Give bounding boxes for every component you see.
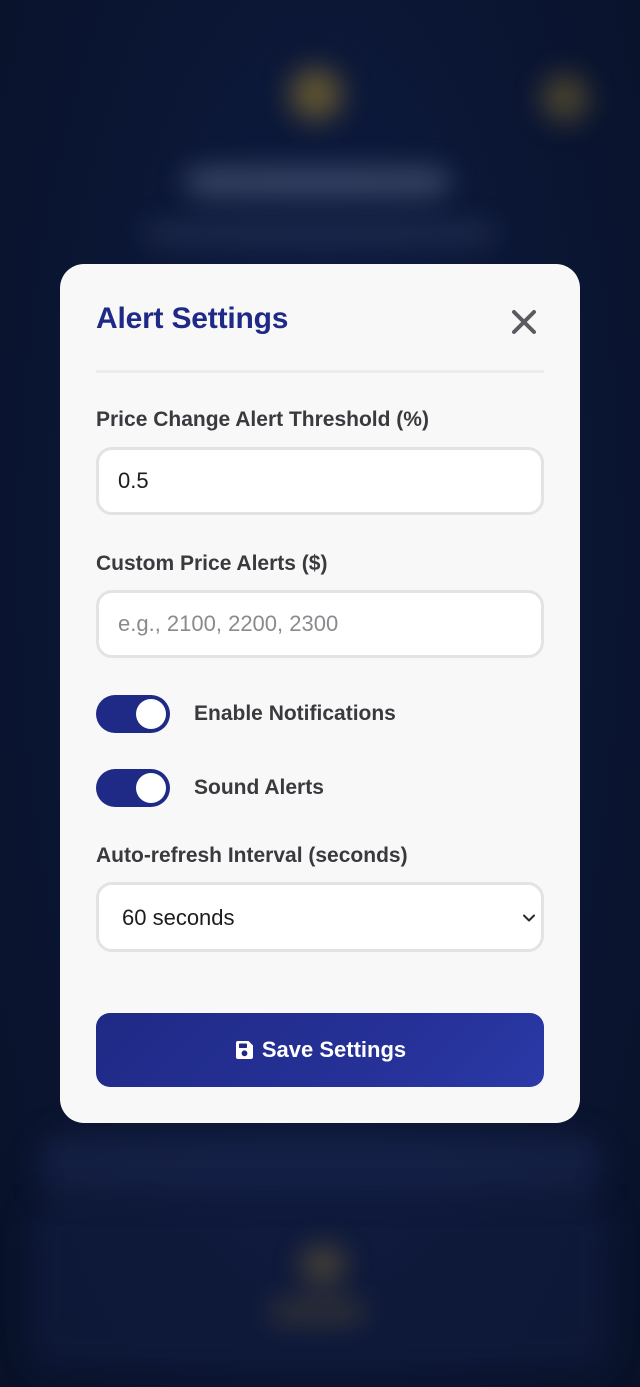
save-settings-button[interactable]: Save Settings: [96, 1013, 544, 1087]
notifications-label: Enable Notifications: [194, 702, 396, 725]
threshold-input[interactable]: [96, 447, 544, 515]
sound-alerts-row: Sound Alerts: [96, 769, 324, 807]
blurred-bottom-icon: [300, 1245, 346, 1285]
toggle-knob: [136, 773, 166, 803]
threshold-label: Price Change Alert Threshold (%): [96, 408, 429, 431]
toggle-knob: [136, 699, 166, 729]
chevron-down-icon: [523, 914, 535, 922]
interval-label: Auto-refresh Interval (seconds): [96, 844, 408, 867]
interval-selected-value: 60 seconds: [122, 905, 235, 930]
custom-alerts-label: Custom Price Alerts ($): [96, 552, 328, 575]
sound-alerts-label: Sound Alerts: [194, 776, 324, 799]
alert-settings-modal: Alert Settings Price Change Alert Thresh…: [60, 264, 580, 1123]
blurred-card: [40, 1135, 600, 1195]
close-icon: [512, 310, 536, 334]
blurred-coin-icon: [290, 68, 342, 120]
blurred-bottom-text: [270, 1300, 365, 1322]
modal-title: Alert Settings: [96, 302, 289, 335]
notifications-row: Enable Notifications: [96, 695, 396, 733]
sound-alerts-toggle[interactable]: [96, 769, 170, 807]
modal-header: Alert Settings: [96, 264, 544, 373]
blurred-settings-icon: [542, 75, 588, 121]
blurred-app-subtitle: [145, 224, 495, 242]
notifications-toggle[interactable]: [96, 695, 170, 733]
custom-alerts-input[interactable]: [96, 590, 544, 658]
floppy-disk-icon: [235, 1041, 253, 1059]
blurred-app-title: [185, 168, 450, 196]
save-settings-label: Save Settings: [261, 1037, 407, 1062]
close-button[interactable]: [510, 308, 538, 336]
interval-select[interactable]: 60 seconds: [96, 882, 544, 952]
blurred-bottom-panel: [30, 1200, 610, 1370]
